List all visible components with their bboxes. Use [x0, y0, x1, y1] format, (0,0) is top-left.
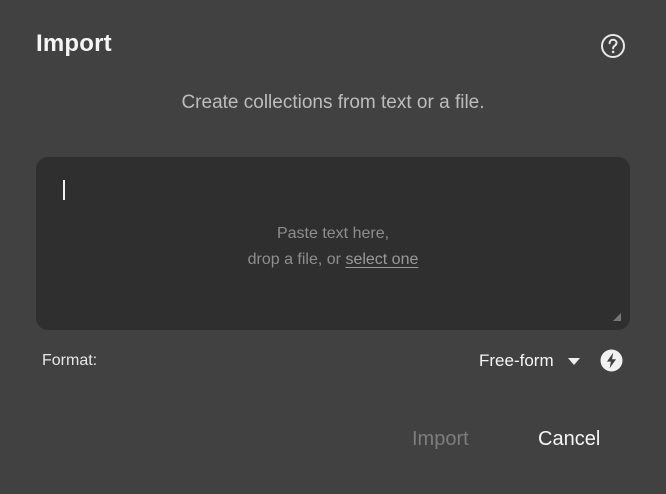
select-file-link[interactable]: select one	[345, 251, 418, 268]
dialog-title: Import	[36, 30, 112, 57]
dialog-subtitle: Create collections from text or a file.	[181, 92, 485, 113]
drop-hint: Paste text here, drop a file, or select …	[36, 221, 630, 273]
text-caret	[63, 180, 65, 200]
format-dropdown[interactable]: Free-form	[479, 350, 580, 372]
lightning-bolt-icon[interactable]	[600, 349, 623, 372]
resize-handle[interactable]	[613, 313, 621, 321]
drop-hint-line-2: drop a file, or select one	[36, 247, 630, 273]
cancel-button[interactable]: Cancel	[538, 428, 600, 451]
chevron-down-icon	[567, 357, 580, 365]
format-label: Format:	[42, 352, 98, 369]
import-button[interactable]: Import	[412, 428, 469, 451]
help-icon[interactable]	[600, 33, 626, 59]
import-text-area[interactable]: Paste text here, drop a file, or select …	[36, 157, 630, 330]
format-selected-value: Free-form	[479, 351, 554, 370]
drop-hint-line-1: Paste text here,	[276, 225, 390, 242]
import-dialog: Import Create collections from text or a…	[0, 0, 666, 494]
drop-hint-prefix: drop a file, or	[247, 251, 346, 268]
